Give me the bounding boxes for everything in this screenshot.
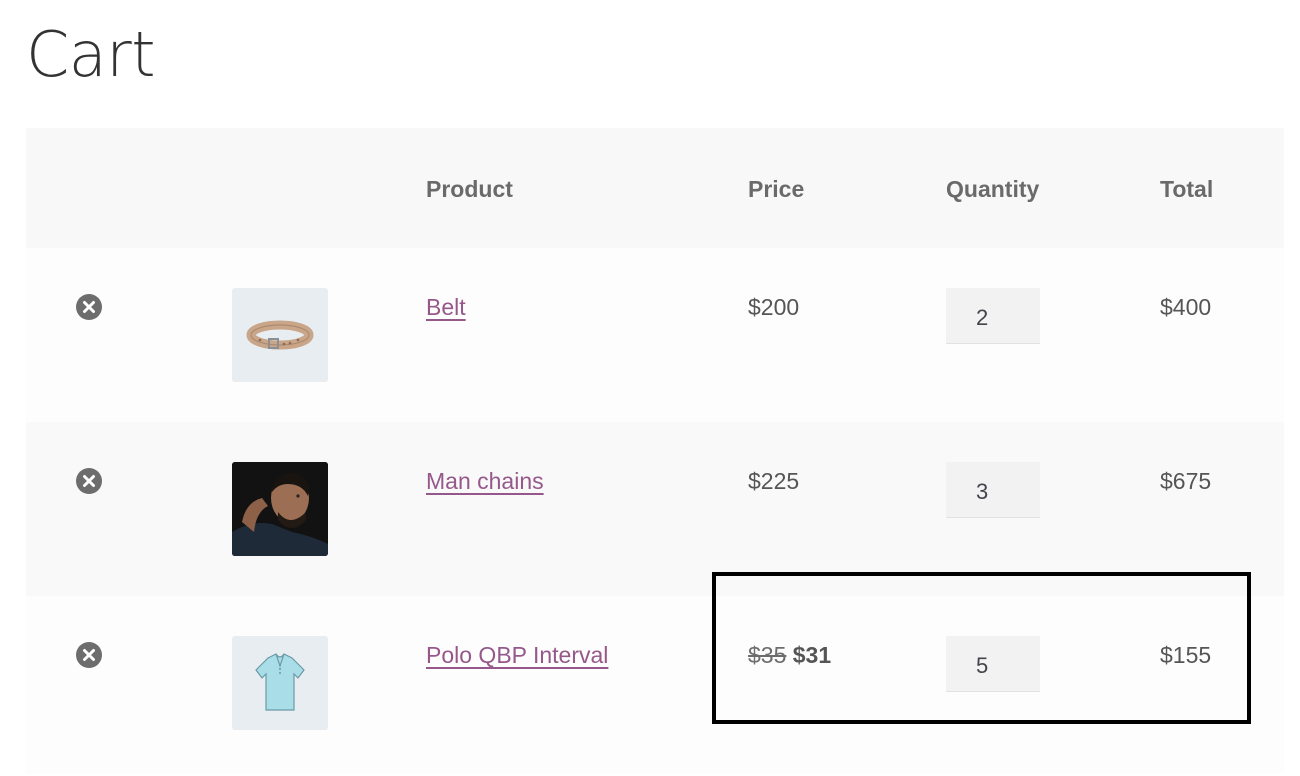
item-total: $155: [1160, 642, 1212, 668]
product-link-man-chains[interactable]: Man chains: [426, 468, 544, 495]
cart-row-belt: Belt $200 $400: [26, 248, 1284, 422]
column-header-total: Total: [1160, 176, 1214, 202]
cart-row-man-chains: Man chains $225 $675: [26, 422, 1284, 596]
quantity-input[interactable]: [946, 288, 1040, 344]
item-price: $225: [748, 468, 800, 494]
sale-price: $31: [792, 642, 832, 668]
belt-image[interactable]: [232, 288, 328, 382]
quantity-input[interactable]: [946, 636, 1040, 692]
column-header-quantity: Quantity: [946, 176, 1040, 202]
product-link-belt[interactable]: Belt: [426, 294, 466, 321]
page-title: Cart: [26, 18, 156, 91]
polo-shirt-image[interactable]: [232, 636, 328, 730]
cart-row-polo: Polo QBP Interval $35 $31 $155: [26, 596, 1284, 774]
man-portrait-image[interactable]: [232, 462, 328, 556]
item-total: $675: [1160, 468, 1212, 494]
cart-table: Product Price Quantity Total Belt $200 $…: [26, 128, 1284, 774]
item-price: $35 $31: [748, 642, 831, 669]
column-header-price: Price: [748, 176, 805, 202]
remove-item-icon[interactable]: [76, 642, 102, 668]
original-price: $35: [748, 642, 787, 668]
cart-table-header: Product Price Quantity Total: [26, 128, 1284, 248]
product-link-polo[interactable]: Polo QBP Interval: [426, 642, 608, 669]
remove-item-icon[interactable]: [76, 468, 102, 494]
column-header-product: Product: [426, 176, 513, 202]
item-total: $400: [1160, 294, 1212, 320]
remove-item-icon[interactable]: [76, 294, 102, 320]
quantity-input[interactable]: [946, 462, 1040, 518]
item-price: $200: [748, 294, 800, 320]
